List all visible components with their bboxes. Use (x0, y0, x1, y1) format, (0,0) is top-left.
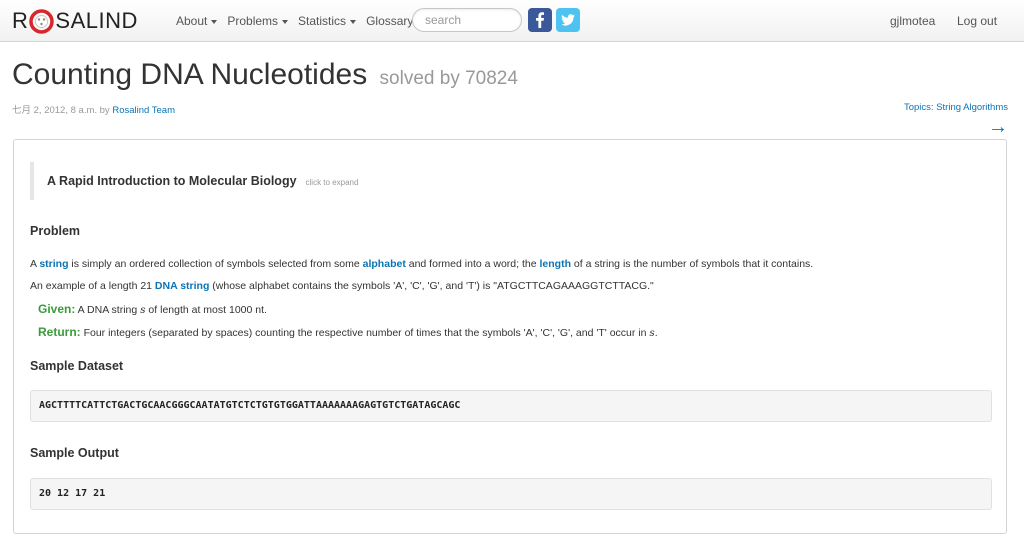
glossary-link-string[interactable]: string (39, 258, 68, 270)
text-segment: Four integers (separated by spaces) coun… (80, 327, 650, 339)
intro-collapsible[interactable]: A Rapid Introduction to Molecular Biolog… (30, 162, 358, 200)
given-line: Given: A DNA string s of length at most … (38, 302, 267, 316)
nav-problems[interactable]: Problems (227, 14, 289, 28)
text-segment: . (654, 327, 658, 339)
nav-about-label: About (176, 14, 208, 28)
text-segment: A (30, 258, 40, 270)
problem-panel: A Rapid Introduction to Molecular Biolog… (13, 139, 1007, 534)
author-link[interactable]: Rosalind Team (112, 105, 175, 116)
next-problem-arrow-icon[interactable]: → (988, 116, 1008, 139)
twitter-icon[interactable] (556, 8, 580, 32)
nav-about[interactable]: About (176, 14, 218, 28)
text-segment: of a string is the number of symbols tha… (571, 258, 814, 270)
main-nav: About Problems Statistics Glossary (176, 0, 423, 42)
sample-output[interactable]: 20 12 17 21 (30, 478, 992, 510)
nav-statistics[interactable]: Statistics (298, 14, 357, 28)
sample-dataset-heading: Sample Dataset (30, 359, 124, 373)
nav-glossary[interactable]: Glossary (366, 14, 413, 28)
nav-problems-label: Problems (227, 14, 279, 28)
rosalind-logo-icon (29, 8, 55, 34)
brand-letter-r: R (12, 8, 29, 33)
brand-logo[interactable]: R SALIND (12, 7, 138, 35)
text-segment: (whose alphabet contains the symbols 'A'… (209, 280, 654, 292)
search-input[interactable] (412, 8, 522, 32)
glossary-link-length[interactable]: length (540, 258, 572, 270)
problem-paragraph-1: A string is simply an ordered collection… (30, 258, 813, 270)
caret-down-icon (350, 19, 357, 24)
topics-label: Topics (903, 102, 931, 113)
caret-down-icon (282, 19, 289, 24)
problem-heading: Problem (30, 224, 81, 238)
problem-paragraph-2: An example of a length 21 DNA string (wh… (30, 280, 654, 292)
sample-output-heading: Sample Output (30, 446, 119, 460)
given-label: Given: (38, 302, 76, 316)
sample-dataset[interactable]: AGCTTTTCATTCTGACTGCAACGGGCAATATGTCTCTGTG… (30, 390, 992, 422)
logout-link[interactable]: Log out (957, 0, 997, 42)
glossary-link-dna-string[interactable]: DNA string (155, 280, 209, 292)
topic-link[interactable]: String Algorithms (936, 102, 1008, 113)
glossary-link-alphabet[interactable]: alphabet (363, 258, 406, 270)
text-segment: is simply an ordered collection of symbo… (68, 258, 363, 270)
facebook-icon[interactable] (528, 8, 552, 32)
page-title: Counting DNA Nucleotides solved by 70824 (12, 58, 518, 92)
return-line: Return: Four integers (separated by spac… (38, 325, 658, 339)
text-segment: of length at most 1000 nt. (145, 304, 267, 316)
return-label: Return: (38, 325, 81, 339)
navbar: R SALIND About Problems Statistics Gloss… (0, 0, 1024, 42)
publish-date: 七月 2, 2012, 8 a.m. by (12, 105, 110, 116)
caret-down-icon (211, 19, 218, 24)
nav-statistics-label: Statistics (298, 14, 347, 28)
text-segment: An example of a length 21 (30, 280, 155, 292)
intro-title: A Rapid Introduction to Molecular Biolog… (47, 174, 297, 188)
user-menu[interactable]: gjlmotea (890, 0, 935, 42)
problem-meta: 七月 2, 2012, 8 a.m. by Rosalind Team (12, 102, 175, 116)
brand-name: SALIND (55, 8, 138, 33)
problem-title: Counting DNA Nucleotides (12, 58, 368, 91)
solved-count: solved by 70824 (379, 68, 518, 89)
intro-expand-hint: click to expand (305, 178, 359, 187)
text-segment: and formed into a word; the (405, 258, 540, 270)
text-segment: A DNA string (75, 304, 141, 316)
topics: Topics: String Algorithms (903, 102, 1008, 113)
